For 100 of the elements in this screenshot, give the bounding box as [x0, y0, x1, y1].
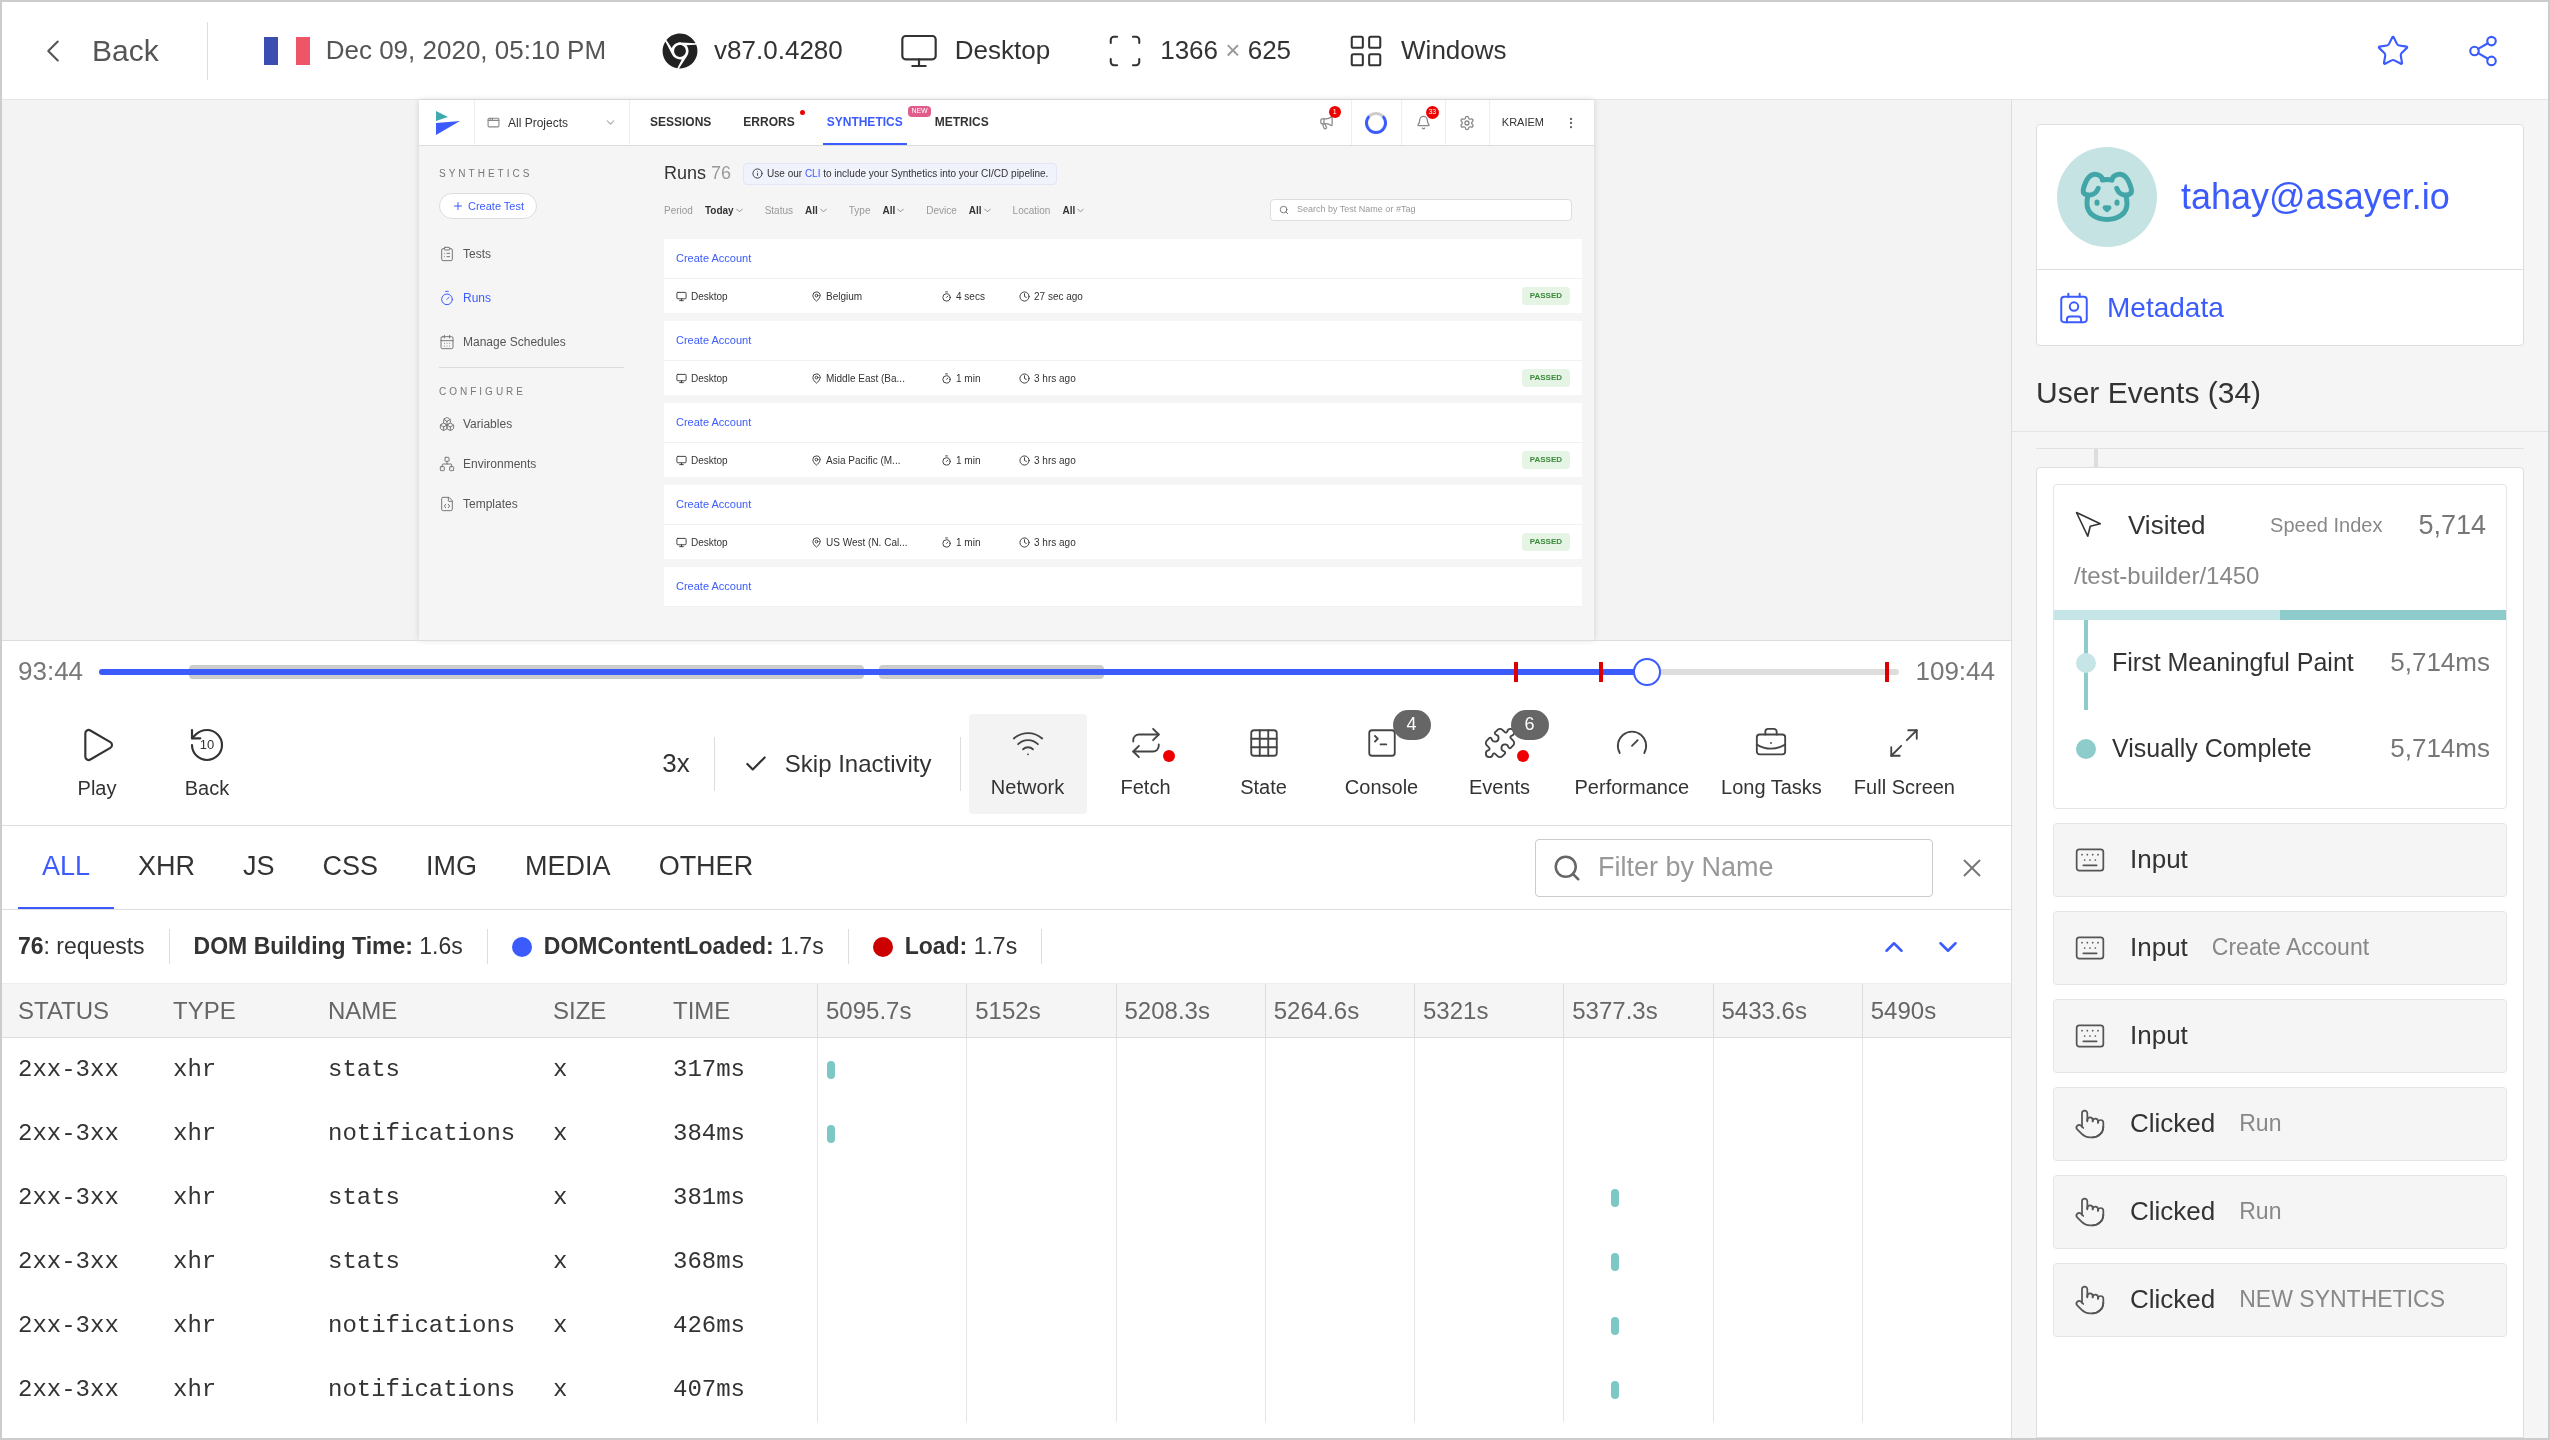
table-cell-text: 2xx-3xx: [17, 1247, 120, 1277]
project-select[interactable]: All Projects: [475, 100, 630, 145]
event-item[interactable]: Input: [2053, 822, 2507, 897]
window-icon: [487, 116, 500, 129]
filter-dropdown[interactable]: Period Today: [664, 202, 745, 218]
speed-index-label: Speed Index: [2270, 513, 2383, 539]
table-cell-text: xhr: [172, 1311, 218, 1341]
bell-icon[interactable]: [1415, 115, 1431, 130]
network-icon: [439, 456, 455, 472]
sidebar-item[interactable]: Environments: [439, 455, 624, 473]
flag-icon: [263, 36, 310, 65]
stopwatch-icon: [941, 372, 952, 384]
test-name-link[interactable]: Create Account: [676, 414, 752, 431]
test-name-link[interactable]: Create Account: [676, 578, 752, 595]
run-card[interactable]: Create Account Desktop Middle East (Ba... 1 min 3 hrs ago PASSED: [664, 321, 1582, 395]
table-cell-text: x: [552, 1311, 569, 1341]
user-name[interactable]: KRAIEM: [1489, 114, 1556, 131]
table-cell-text: xhr: [172, 1119, 218, 1149]
info-icon: [752, 168, 764, 179]
filter-tab[interactable]: OTHER: [634, 826, 778, 909]
star-icon[interactable]: [2376, 33, 2410, 68]
timeline-thumb[interactable]: [1633, 657, 1662, 686]
table-cell-text: stats: [327, 1183, 401, 1213]
tool-button[interactable]: Fetch: [1086, 713, 1205, 814]
test-name-link[interactable]: Create Account: [676, 250, 752, 267]
error-marker: [1885, 661, 1890, 682]
settings-icon[interactable]: [1459, 114, 1476, 131]
table-cell-text: 368ms: [672, 1247, 746, 1277]
event-item[interactable]: Clicked Run: [2053, 1086, 2507, 1161]
speed-button[interactable]: 3x: [638, 736, 715, 791]
resolution-label: 1366 × 625: [1160, 34, 1292, 67]
request-row[interactable]: 2xx-3xx xhr notifications x 407ms: [2, 1358, 2011, 1422]
filter-tab[interactable]: MEDIA: [501, 826, 635, 909]
tool-button[interactable]: Long Tasks: [1705, 713, 1838, 814]
user-email[interactable]: tahay@asayer.io: [2181, 170, 2450, 224]
sidebar-item[interactable]: Manage Schedules: [439, 333, 624, 351]
plus-icon: [452, 200, 464, 212]
timeline-tick: 5208.3s: [1115, 984, 1265, 1037]
request-row[interactable]: 2xx-3xx xhr notifications x 384ms: [2, 1102, 2011, 1166]
sidebar-item[interactable]: Templates: [439, 495, 624, 513]
megaphone-icon[interactable]: [1318, 115, 1334, 130]
create-test-button[interactable]: Create Test: [439, 193, 538, 219]
table-cell-text: 317ms: [672, 1055, 746, 1085]
request-row[interactable]: 2xx-3xx xhr stats x 317ms: [2, 1038, 2011, 1102]
request-row[interactable]: 2xx-3xx xhr notifications x 426ms: [2, 1294, 2011, 1358]
nav-tab[interactable]: SESSIONS: [646, 100, 716, 145]
filter-dropdown[interactable]: Device All: [926, 202, 993, 218]
event-item[interactable]: Clicked Run: [2053, 1174, 2507, 1249]
map-pin-icon: [811, 536, 822, 548]
timeline-tick: 5095.7s: [817, 984, 967, 1037]
sidebar-item[interactable]: Variables: [439, 415, 624, 433]
visited-event[interactable]: Visited Speed Index 5,714 /test-builder/1450 First Meaningful Paint 5,714ms Visually Complete 5,714ms: [2053, 484, 2507, 809]
tool-button[interactable]: Network: [968, 713, 1087, 814]
table-cell-text: 381ms: [672, 1183, 746, 1213]
filter-tab[interactable]: CSS: [298, 826, 403, 909]
metadata-link[interactable]: Metadata: [2037, 270, 2523, 345]
run-card[interactable]: Create Account Desktop US West (N. Cal... 1 min 3 hrs ago PASSED: [664, 485, 1582, 559]
timeline-tick: 5377.3s: [1563, 984, 1713, 1037]
visited-path: /test-builder/1450: [2073, 560, 2261, 591]
event-item[interactable]: Input: [2053, 998, 2507, 1073]
test-name-link[interactable]: Create Account: [676, 496, 752, 513]
event-item[interactable]: Clicked NEW SYNTHETICS: [2053, 1262, 2507, 1337]
nav-tab[interactable]: METRICS: [930, 100, 993, 145]
nav-tab[interactable]: ERRORS: [739, 100, 799, 145]
run-card[interactable]: Create Account Desktop Asia Pacific (M... 1 min 3 hrs ago PASSED: [664, 403, 1582, 477]
sidebar-item[interactable]: Tests: [439, 245, 624, 263]
filter-tab[interactable]: JS: [219, 826, 299, 909]
tool-button[interactable]: State: [1204, 713, 1323, 814]
filter-dropdown[interactable]: Location All: [1012, 202, 1087, 218]
request-row[interactable]: 2xx-3xx xhr stats x 368ms: [2, 1230, 2011, 1294]
run-card[interactable]: Create Account Desktop Belgium 4 secs 27 sec ago PASSED: [664, 239, 1582, 313]
sidebar-item[interactable]: Runs: [439, 289, 624, 307]
os-label: Windows: [1401, 34, 1507, 67]
table-cell-text: notifications: [327, 1375, 517, 1405]
filter-tab[interactable]: IMG: [402, 826, 502, 909]
filter-dropdown[interactable]: Status All: [764, 202, 829, 218]
back-link[interactable]: Back: [34, 21, 208, 80]
duration-label: 4 secs: [941, 288, 1019, 304]
event-item[interactable]: Input Create Account: [2053, 910, 2507, 985]
clipboard-icon: [439, 246, 455, 262]
filter-tab[interactable]: ALL: [18, 826, 115, 909]
timeline-track[interactable]: [99, 656, 1900, 687]
section-title: CONFIGURE: [439, 385, 527, 399]
skip-inactivity-toggle[interactable]: Skip Inactivity: [714, 736, 961, 791]
request-row[interactable]: 2xx-3xx xhr stats x 381ms: [2, 1166, 2011, 1230]
filter-dropdown[interactable]: Type All: [848, 202, 907, 218]
speed-index-value: 5,714: [2418, 509, 2486, 542]
table-cell-text: xhr: [172, 1247, 218, 1277]
table-cell-text: xhr: [172, 1055, 218, 1085]
run-card[interactable]: Create Account: [664, 567, 1582, 607]
play-button[interactable]: Play: [42, 724, 152, 803]
nav-tab[interactable]: SYNTHETICS: [822, 100, 907, 145]
test-name-link[interactable]: Create Account: [676, 332, 752, 349]
filter-tab[interactable]: XHR: [114, 826, 220, 909]
calendar-icon: [439, 334, 455, 350]
clock-icon: [1019, 454, 1030, 466]
back-button[interactable]: 10 Back: [152, 724, 262, 803]
tool-button[interactable]: Performance: [1558, 713, 1706, 814]
share-icon[interactable]: [2466, 33, 2500, 68]
tool-button[interactable]: Full Screen: [1837, 713, 1971, 814]
